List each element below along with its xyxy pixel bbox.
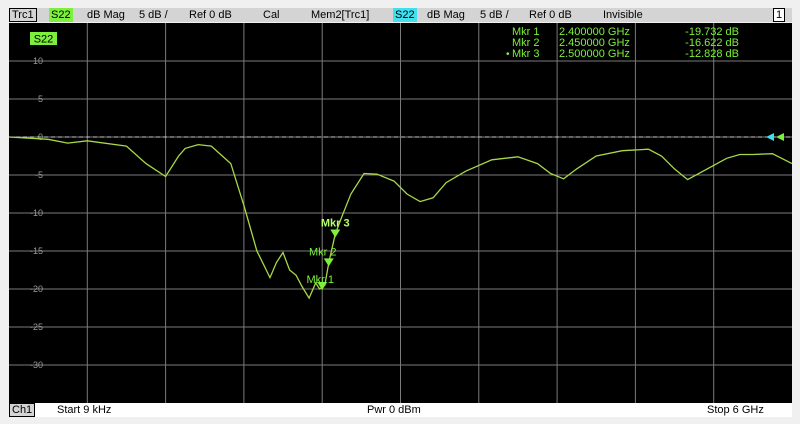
stop-frequency-label[interactable]: Stop 6 GHz — [707, 403, 764, 417]
trace-diagram[interactable]: 1050-5-10-15-20-25-30 Mkr 1Mkr 2Mkr 3 S2… — [9, 23, 792, 403]
marker-label[interactable]: Mkr 3 — [321, 217, 350, 229]
memory-reference-arrow-icon[interactable] — [766, 133, 774, 141]
marker-table-name[interactable]: Mkr 3 — [512, 48, 540, 60]
vna-screen: Trc1 S22 dB Mag 5 dB / Ref 0 dB Cal Mem2… — [0, 0, 800, 424]
markers: Mkr 1 Mkr 2 Mkr 3 — [306, 217, 350, 290]
trace-scale-label[interactable]: 5 dB / — [139, 8, 168, 22]
memory-format-label[interactable]: dB Mag — [427, 8, 465, 22]
marker-label[interactable]: Mkr 1 — [306, 274, 334, 286]
window-number-badge[interactable]: 1 — [773, 8, 786, 22]
y-tick-label: -20 — [30, 284, 43, 294]
channel-badge[interactable]: Ch1 — [9, 403, 36, 417]
trace-info-bar: Trc1 S22 dB Mag 5 dB / Ref 0 dB Cal Mem2… — [9, 8, 792, 22]
start-frequency-label[interactable]: Start 9 kHz — [57, 403, 111, 417]
power-label[interactable]: Pwr 0 dBm — [367, 403, 421, 417]
memory-param-badge[interactable]: S22 — [393, 8, 417, 22]
trace-format-label[interactable]: dB Mag — [87, 8, 125, 22]
trace-ref-label[interactable]: Ref 0 dB — [189, 8, 232, 22]
y-tick-label: -15 — [30, 246, 43, 256]
marker-table: Mkr 1 2.400000 GHz -19.732 dBMkr 2 2.450000… — [506, 26, 739, 60]
active-marker-indicator-icon: • — [506, 49, 510, 60]
marker-triangle-icon[interactable] — [323, 258, 334, 267]
trace-reference-arrow-icon[interactable] — [776, 133, 784, 141]
trace-name-label[interactable]: Trc1 — [9, 8, 37, 22]
y-tick-label: -25 — [30, 322, 43, 332]
y-tick-label: 10 — [33, 56, 43, 66]
marker-label[interactable]: Mkr 2 — [309, 246, 337, 258]
marker-triangle-icon[interactable] — [330, 229, 341, 238]
memory-trace-name[interactable]: Mem2[Trc1] — [311, 8, 369, 22]
memory-scale-label[interactable]: 5 dB / — [480, 8, 509, 22]
y-tick-label: 5 — [38, 94, 43, 104]
channel-info-bar: Ch1 Start 9 kHz Pwr 0 dBm Stop 6 GHz — [9, 403, 792, 417]
grid — [9, 23, 792, 403]
marker-table-value: -12.828 dB — [685, 48, 739, 60]
marker-table-frequency[interactable]: 2.500000 GHz — [559, 48, 630, 60]
trace-cal-label: Cal — [263, 9, 280, 21]
y-tick-label: -10 — [30, 208, 43, 218]
param-label: S22 — [34, 34, 54, 46]
memory-status-label: Invisible — [603, 9, 643, 21]
y-tick-label: -5 — [35, 170, 43, 180]
diagram-area[interactable]: 10 5 0 -5 -10 -15 -20 -25 -30 Mkr 1 Mkr 2 Mkr 3 S2… — [9, 23, 792, 403]
memory-ref-label[interactable]: Ref 0 dB — [529, 8, 572, 22]
trace-param-badge[interactable]: S22 — [49, 8, 73, 22]
y-axis-ticks: 1050-5-10-15-20-25-30 — [30, 56, 43, 370]
y-tick-label: -30 — [30, 360, 43, 370]
